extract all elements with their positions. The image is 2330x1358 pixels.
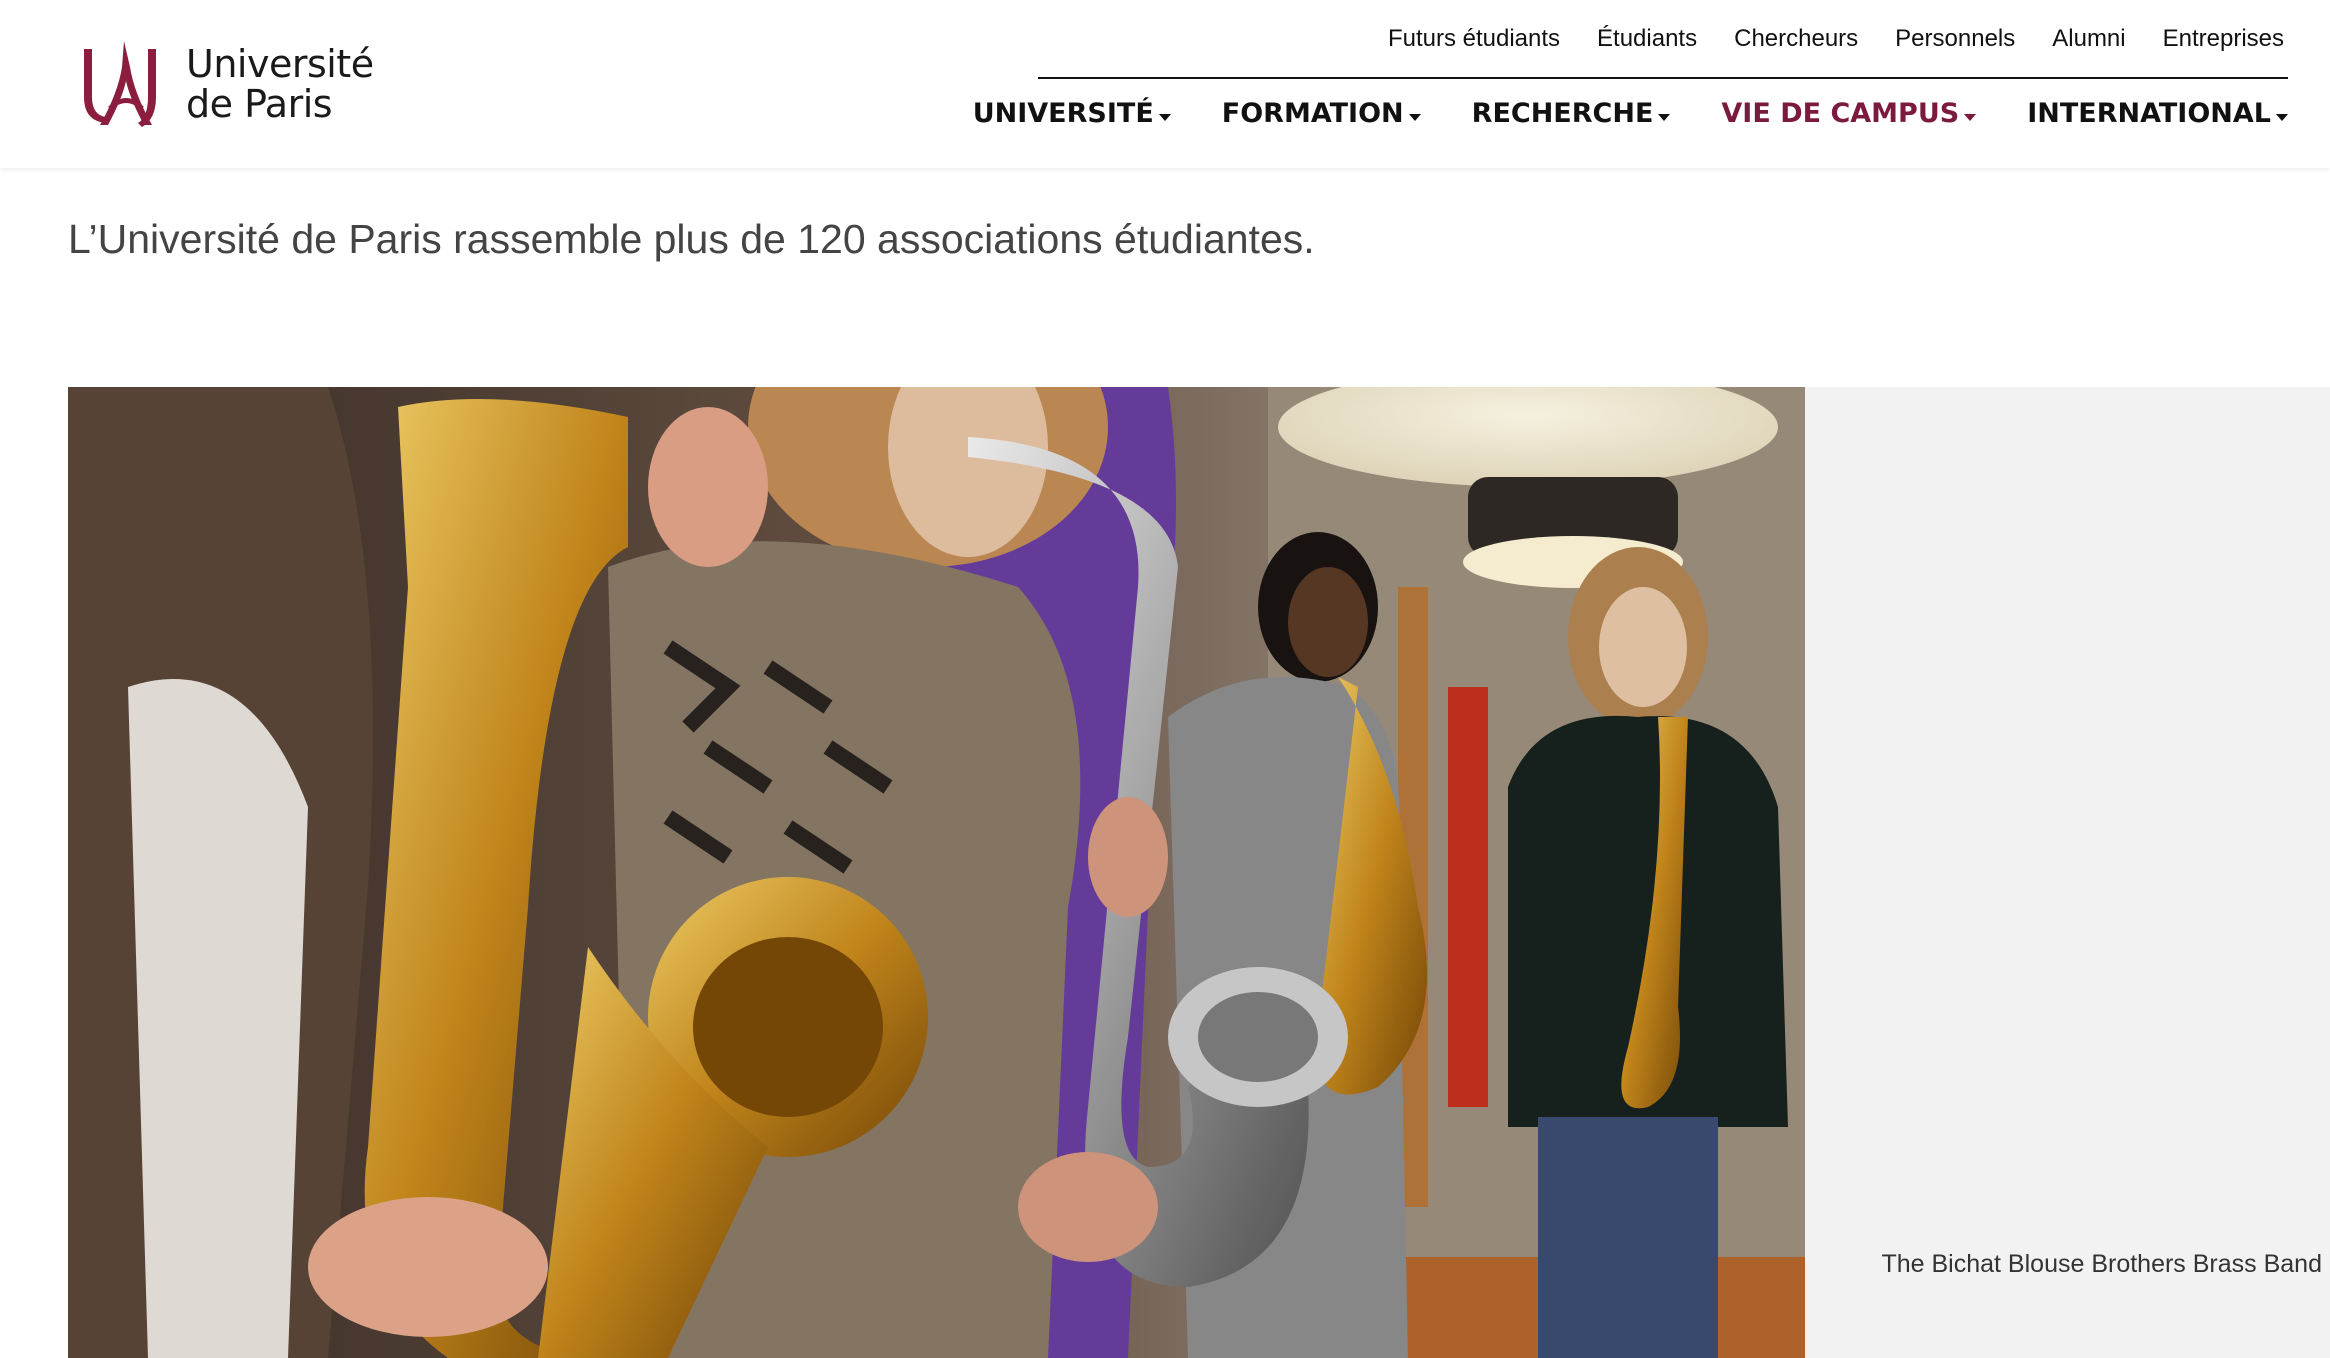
utility-link-alumni[interactable]: Alumni — [2052, 22, 2125, 56]
nav-item-label: FORMATION — [1221, 98, 1404, 129]
nav-divider — [1038, 77, 2288, 79]
caret-down-icon — [1964, 113, 1977, 121]
site-logo[interactable]: Université de Paris — [78, 36, 374, 132]
caption-panel — [1805, 387, 2330, 1358]
logo-line-1: Université — [186, 42, 374, 86]
nav-item-label: INTERNATIONAL — [2027, 98, 2271, 129]
utility-link-futurs-etudiants[interactable]: Futurs étudiants — [1388, 22, 1560, 56]
nav-item-label: VIE DE CAMPUS — [1721, 98, 1960, 129]
main-nav: UNIVERSITÉ FORMATION RECHERCHE VIE DE CA… — [973, 94, 2288, 134]
universite-de-paris-logo-icon — [84, 41, 156, 127]
utility-nav: Futurs étudiants Étudiants Chercheurs Pe… — [1388, 22, 2284, 56]
logo-line-2: de Paris — [186, 82, 333, 126]
utility-link-chercheurs[interactable]: Chercheurs — [1734, 22, 1858, 56]
caret-down-icon — [1658, 113, 1671, 121]
utility-link-personnels[interactable]: Personnels — [1895, 22, 2015, 56]
utility-link-etudiants[interactable]: Étudiants — [1597, 22, 1697, 56]
caret-down-icon — [1158, 113, 1171, 121]
nav-item-label: UNIVERSITÉ — [972, 98, 1154, 129]
logo-wordmark: Université de Paris — [186, 44, 374, 124]
nav-item-vie-de-campus[interactable]: VIE DE CAMPUS — [1721, 94, 1977, 134]
site-header: Université de Paris Futurs étudiants Étu… — [0, 0, 2330, 168]
lead-paragraph: L’Université de Paris rassemble plus de … — [68, 216, 1315, 262]
nav-item-formation[interactable]: FORMATION — [1222, 94, 1421, 134]
nav-item-label: RECHERCHE — [1471, 98, 1654, 129]
caret-down-icon — [2276, 113, 2288, 121]
saxophone-band-photo — [68, 387, 1805, 1358]
photo-illustration — [68, 387, 1805, 1358]
nav-item-international[interactable]: INTERNATIONAL — [2027, 94, 2288, 134]
nav-item-recherche[interactable]: RECHERCHE — [1472, 94, 1671, 134]
nav-item-universite[interactable]: UNIVERSITÉ — [973, 94, 1171, 134]
caret-down-icon — [1408, 113, 1421, 121]
photo-caption: The Bichat Blouse Brothers Brass Band — [1881, 1250, 2322, 1278]
utility-link-entreprises[interactable]: Entreprises — [2163, 22, 2284, 56]
